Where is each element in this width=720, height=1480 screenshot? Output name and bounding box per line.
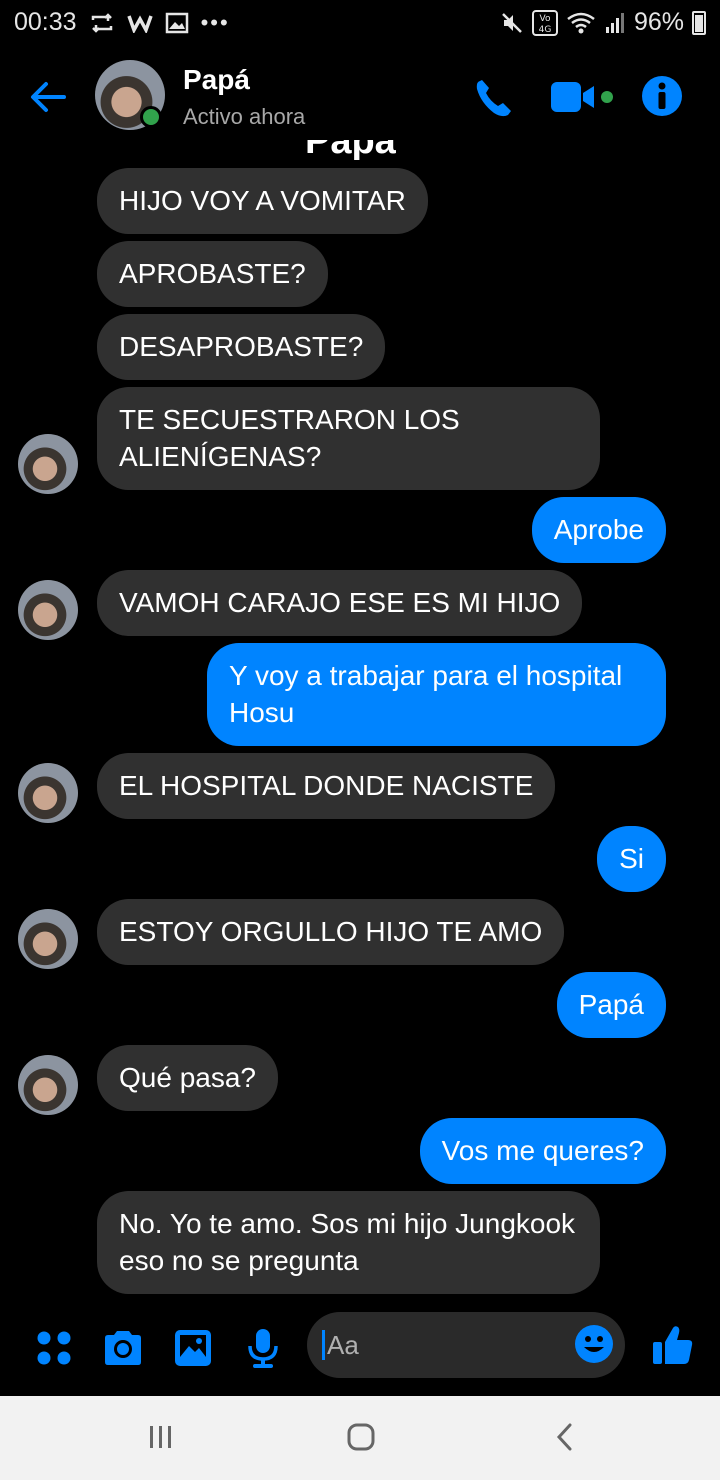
- message-incoming[interactable]: DESAPROBASTE?: [97, 314, 386, 380]
- message-incoming[interactable]: HIJO VOY A VOMITAR: [97, 168, 428, 234]
- gallery-icon[interactable]: [171, 1326, 215, 1370]
- home-icon[interactable]: [346, 1422, 376, 1452]
- mute-icon: [502, 12, 522, 33]
- phone-icon[interactable]: [472, 76, 516, 120]
- message-outgoing[interactable]: Si: [597, 826, 666, 892]
- system-navigation-bar: [0, 1396, 720, 1480]
- sender-avatar[interactable]: [18, 434, 78, 494]
- sender-avatar[interactable]: [18, 909, 78, 969]
- contact-status: Activo ahora: [183, 104, 306, 129]
- emoji-icon[interactable]: [574, 1324, 614, 1364]
- message-input-placeholder: Aa: [327, 1330, 359, 1360]
- svg-text:4G: 4G: [539, 25, 552, 35]
- chat-header: Papá Activo ahora: [0, 52, 720, 142]
- menu-dots-icon[interactable]: [32, 1326, 76, 1370]
- message-incoming[interactable]: EL HOSPITAL DONDE NACISTE: [97, 753, 556, 819]
- message-composer: Aa: [0, 1312, 720, 1388]
- text-caret: [322, 1330, 325, 1360]
- message-incoming[interactable]: TE SECUESTRARON LOS ALIENÍGENAS?: [97, 387, 600, 490]
- volte-icon: Vo4G: [531, 9, 558, 36]
- message-outgoing[interactable]: Papá: [556, 972, 666, 1038]
- message-incoming[interactable]: No. Yo te amo. Sos mi hijo Jungkook eso …: [97, 1191, 600, 1294]
- battery-icon: [692, 10, 706, 35]
- video-camera-icon[interactable]: [550, 80, 616, 114]
- retweet-icon: [91, 12, 112, 33]
- signal-icon: [605, 12, 624, 33]
- message-outgoing[interactable]: Aprobe: [531, 497, 666, 563]
- sender-avatar[interactable]: [18, 763, 78, 823]
- message-outgoing[interactable]: Vos me queres?: [419, 1118, 666, 1184]
- back-arrow-icon[interactable]: [28, 76, 70, 118]
- message-outgoing[interactable]: Y voy a trabajar para el hospital Hosu: [207, 643, 666, 746]
- message-incoming[interactable]: ESTOY ORGULLO HIJO TE AMO: [97, 899, 565, 965]
- sender-avatar[interactable]: [18, 1055, 78, 1115]
- sender-avatar[interactable]: [18, 580, 78, 640]
- thumbs-up-icon[interactable]: [650, 1322, 696, 1368]
- message-incoming[interactable]: Qué pasa?: [97, 1045, 278, 1111]
- message-incoming[interactable]: APROBASTE?: [97, 241, 328, 307]
- message-incoming[interactable]: VAMOH CARAJO ESE ES MI HIJO: [97, 570, 583, 636]
- svg-text:Vo: Vo: [539, 14, 550, 24]
- camera-icon[interactable]: [101, 1326, 145, 1370]
- contact-name[interactable]: Papá: [183, 64, 250, 96]
- microphone-icon[interactable]: [241, 1326, 285, 1370]
- status-time: 00:33: [14, 8, 77, 36]
- recent-apps-icon[interactable]: [146, 1422, 176, 1452]
- conversation-title-cut: Papá: [305, 140, 425, 160]
- message-input[interactable]: Aa: [307, 1312, 625, 1378]
- back-nav-icon[interactable]: [550, 1422, 580, 1452]
- wifi-icon: [567, 12, 595, 33]
- w-app-icon: [126, 14, 153, 33]
- image-notification-icon: [165, 12, 188, 33]
- status-bar: 00:33 ••• Vo 4G 96%: [0, 0, 720, 44]
- info-icon[interactable]: [640, 74, 684, 118]
- more-notifications-icon: •••: [200, 9, 230, 35]
- battery-percent: 96%: [633, 8, 684, 36]
- online-indicator: [140, 106, 162, 128]
